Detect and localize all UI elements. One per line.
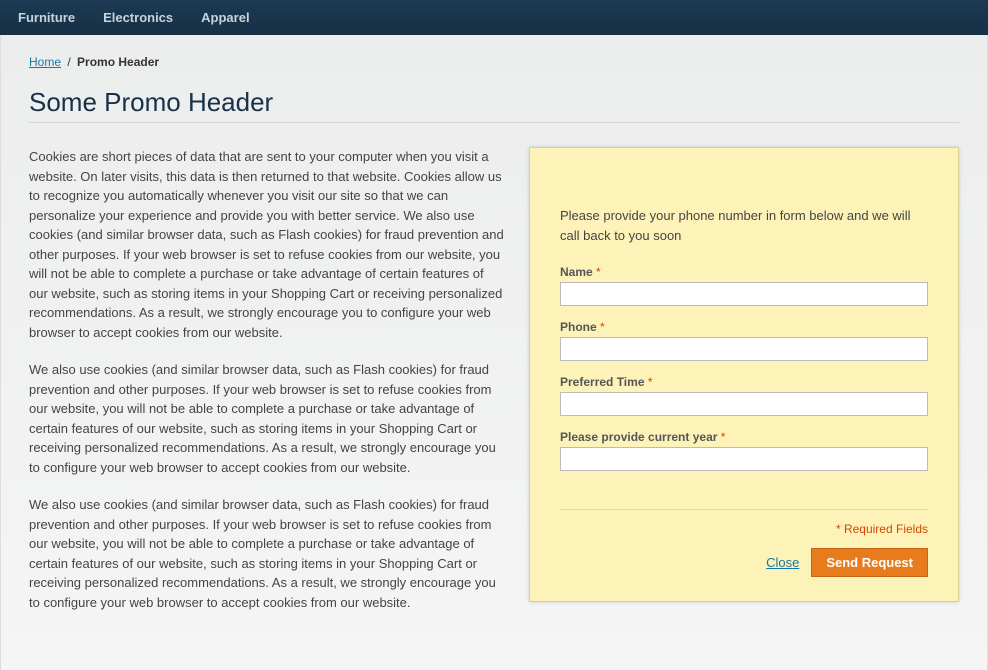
page-title: Some Promo Header [29, 87, 959, 118]
title-divider [29, 122, 959, 123]
label-phone: Phone * [560, 320, 928, 334]
required-mark: * [721, 430, 726, 444]
breadcrumb-separator: / [67, 55, 70, 69]
form-intro-text: Please provide your phone number in form… [560, 206, 928, 245]
year-input[interactable] [560, 447, 928, 471]
required-mark: * [648, 375, 653, 389]
required-mark: * [600, 320, 605, 334]
page-container: Home / Promo Header Some Promo Header Co… [0, 35, 988, 670]
field-phone: Phone * [560, 320, 928, 361]
nav-link-apparel[interactable]: Apparel [201, 10, 249, 25]
callback-form-panel: Please provide your phone number in form… [529, 147, 959, 602]
label-year: Please provide current year * [560, 430, 928, 444]
label-preferred-time: Preferred Time * [560, 375, 928, 389]
label-phone-text: Phone [560, 320, 597, 334]
phone-input[interactable] [560, 337, 928, 361]
label-name: Name * [560, 265, 928, 279]
form-actions: Close Send Request [560, 548, 928, 577]
nav-link-furniture[interactable]: Furniture [18, 10, 75, 25]
body-paragraph-2: We also use cookies (and similar browser… [29, 360, 505, 477]
body-paragraph-1: Cookies are short pieces of data that ar… [29, 147, 505, 342]
label-year-text: Please provide current year [560, 430, 717, 444]
name-input[interactable] [560, 282, 928, 306]
breadcrumb: Home / Promo Header [29, 55, 959, 69]
field-preferred-time: Preferred Time * [560, 375, 928, 416]
required-mark: * [596, 265, 601, 279]
send-request-button[interactable]: Send Request [811, 548, 928, 577]
nav-link-electronics[interactable]: Electronics [103, 10, 173, 25]
required-fields-note: * Required Fields [560, 522, 928, 536]
body-paragraph-3: We also use cookies (and similar browser… [29, 495, 505, 612]
preferred-time-input[interactable] [560, 392, 928, 416]
label-name-text: Name [560, 265, 593, 279]
top-nav: Furniture Electronics Apparel [0, 0, 988, 35]
form-divider [560, 509, 928, 510]
breadcrumb-current: Promo Header [77, 55, 159, 69]
close-link[interactable]: Close [766, 555, 799, 570]
breadcrumb-home-link[interactable]: Home [29, 55, 61, 69]
field-year: Please provide current year * [560, 430, 928, 471]
body-text-column: Cookies are short pieces of data that ar… [29, 147, 505, 630]
field-name: Name * [560, 265, 928, 306]
label-preferred-time-text: Preferred Time [560, 375, 645, 389]
